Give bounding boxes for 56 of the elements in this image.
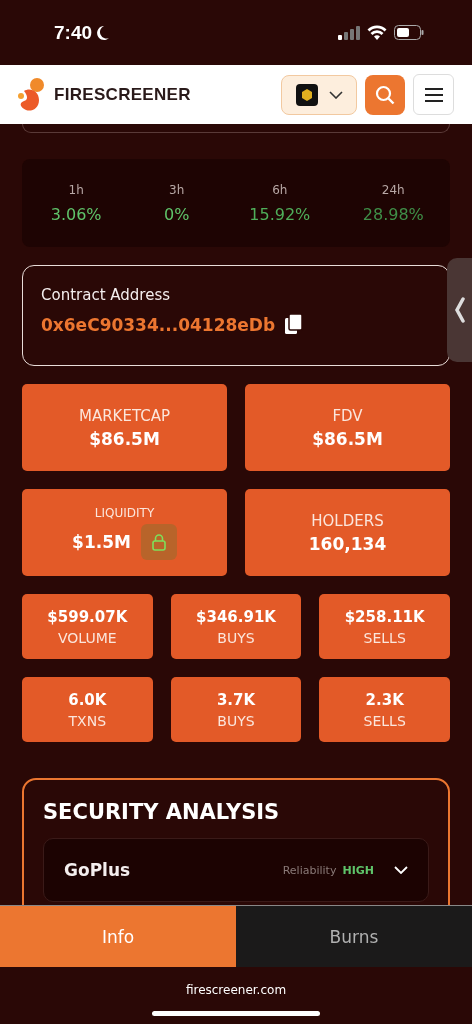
chevron-left-icon xyxy=(454,297,465,323)
period-label: 3h xyxy=(169,182,185,197)
change-value: 28.98% xyxy=(362,204,424,224)
change-value: 0% xyxy=(164,204,190,224)
stat-label: TXNS xyxy=(68,712,107,729)
provider-row[interactable]: GoPlus Reliability HIGH xyxy=(43,838,429,902)
period-label: 6h xyxy=(272,182,288,197)
period-label: 1h xyxy=(68,182,84,197)
chevron-down-icon xyxy=(328,90,343,99)
stat-value: $86.5M xyxy=(89,428,160,449)
stat-label: FDV xyxy=(332,406,363,425)
reliability-value: HIGH xyxy=(342,863,374,877)
stat-label: VOLUME xyxy=(58,629,117,646)
stat-label: MARKETCAP xyxy=(79,406,170,425)
change-value: 3.06% xyxy=(50,204,102,224)
chevron-down-icon[interactable] xyxy=(394,866,408,874)
chain-logo-icon xyxy=(295,83,318,106)
menu-button[interactable] xyxy=(413,74,454,115)
status-time: 7:40 xyxy=(54,21,93,44)
stat-value: 2.3K xyxy=(365,690,404,709)
stat-label: SELLS xyxy=(363,712,406,729)
stat-value: 6.0K xyxy=(68,690,107,709)
stat-label: HOLDERS xyxy=(311,511,384,530)
moon-icon xyxy=(96,24,111,41)
logo-icon xyxy=(16,76,46,113)
stat-value: $1.5M xyxy=(72,531,131,552)
stat-value: 3.7K xyxy=(216,690,256,709)
tab[interactable]: Burns xyxy=(236,906,472,967)
reliability-label: Reliability xyxy=(282,863,337,877)
change-value: 15.92% xyxy=(249,204,311,224)
stat-value: $346.91K xyxy=(196,607,276,626)
stat-label: BUYS xyxy=(217,629,255,646)
signal-icon xyxy=(338,25,360,40)
stat-value: $599.07K xyxy=(47,607,128,626)
search-button[interactable] xyxy=(365,74,405,115)
copy-icon[interactable] xyxy=(285,314,304,335)
menu-icon xyxy=(424,87,443,102)
period-label: 24h xyxy=(381,182,405,197)
contract-label: Contract Address xyxy=(41,286,172,304)
drawer-handle[interactable] xyxy=(447,258,472,362)
stat-value: $86.5M xyxy=(312,428,383,449)
stat-value: 160,134 xyxy=(308,533,387,554)
contract-address: 0x6eC90334...04128eDb xyxy=(41,314,276,335)
wifi-icon xyxy=(367,25,387,40)
lock-icon xyxy=(150,532,167,551)
stat-value: $258.11K xyxy=(344,607,425,626)
provider-name: GoPlus xyxy=(64,860,132,880)
section-title: SECURITY ANALYSIS xyxy=(43,800,281,824)
stat-label: SELLS xyxy=(363,629,406,646)
search-icon xyxy=(375,84,395,105)
brand-name: FIRESCREENER xyxy=(54,84,192,105)
stat-label: LIQUIDITY xyxy=(94,505,155,520)
stat-label: BUYS xyxy=(217,712,255,729)
chain-selector[interactable] xyxy=(281,74,357,115)
site-url: firescreener.com xyxy=(185,983,287,997)
battery-icon xyxy=(394,25,424,40)
